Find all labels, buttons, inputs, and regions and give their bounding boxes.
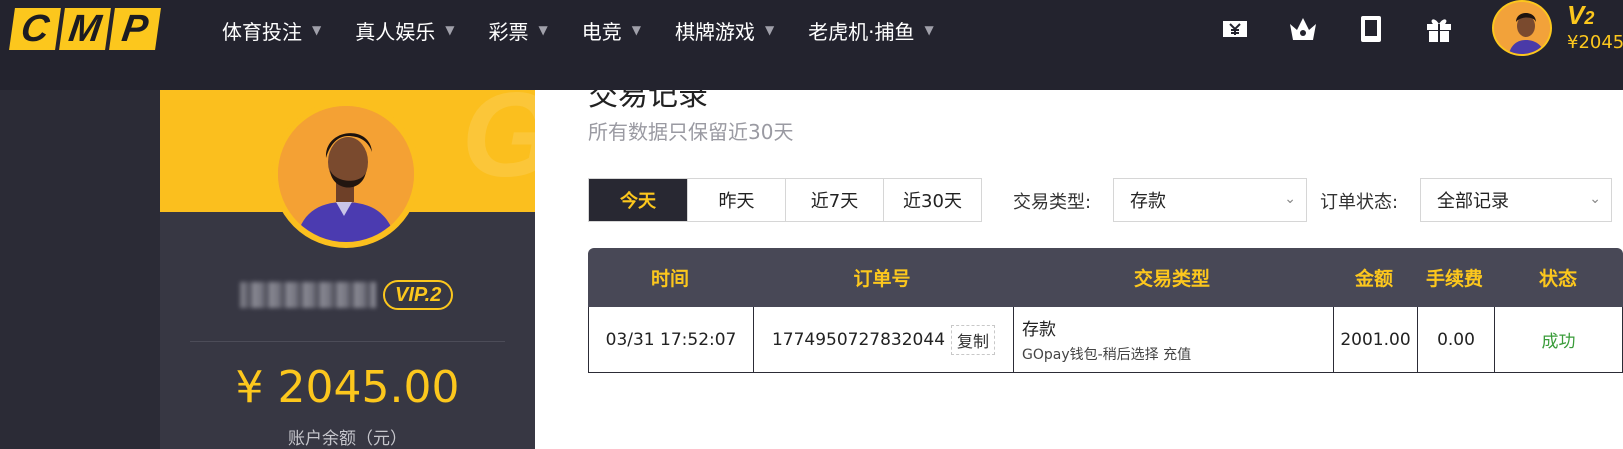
wallet-yen-icon[interactable]	[1218, 12, 1252, 46]
profile-card: G VIP.2 ¥ 2045.00 账户余额（元）	[160, 90, 535, 449]
nav-item-label: 电竞	[581, 19, 622, 44]
brand-logo[interactable]: C M P	[9, 8, 161, 50]
table-row: 03/31 17:52:07 1774950727832044 复制 存款 GO…	[588, 307, 1623, 373]
vip-level-label: V2	[1567, 0, 1594, 31]
column-header-order-no: 订单号	[853, 268, 911, 290]
cell-fee: 0.00	[1417, 307, 1494, 372]
nav-item-lottery[interactable]: 彩票 ▼	[488, 12, 547, 48]
copy-order-button[interactable]: 复制	[951, 324, 996, 355]
tab-last-30-days[interactable]: 近30天	[883, 179, 981, 221]
cell-order-no: 1774950727832044 复制	[753, 307, 1013, 372]
transaction-type-detail: GOpay钱包-稍后选择 充值	[1022, 347, 1192, 363]
nav-item-card-games[interactable]: 棋牌游戏 ▼	[675, 12, 774, 48]
vip-badge: VIP.2	[383, 280, 454, 310]
column-header-time: 时间	[650, 268, 689, 290]
logo-letter: P	[109, 8, 161, 50]
transaction-type: 存款	[1022, 320, 1056, 340]
gift-icon[interactable]	[1422, 12, 1456, 46]
logo-letter: C	[9, 8, 61, 50]
tab-last-7-days[interactable]: 近7天	[785, 179, 883, 221]
vip-level-letter: V	[1567, 0, 1585, 30]
cell-status: 成功	[1494, 307, 1622, 372]
main-nav: 体育投注 ▼ 真人娱乐 ▼ 彩票 ▼ 电竞 ▼ 棋牌游戏 ▼ 老虎机·捕鱼 ▼	[222, 12, 968, 48]
column-header-type: 交易类型	[1133, 268, 1210, 290]
header-balance: ¥2045	[1567, 32, 1623, 53]
top-navbar: C M P 体育投注 ▼ 真人娱乐 ▼ 彩票 ▼ 电竞 ▼ 棋牌游戏 ▼ 老虎机…	[0, 0, 1623, 90]
chevron-down-icon: ▼	[924, 23, 934, 37]
account-balance: ¥ 2045.00	[235, 362, 460, 413]
nav-item-sports[interactable]: 体育投注 ▼	[222, 12, 321, 48]
tab-yesterday[interactable]: 昨天	[687, 179, 785, 221]
nav-item-slots-fishing[interactable]: 老虎机·捕鱼 ▼	[808, 12, 934, 48]
order-status-select[interactable]: 全部记录 ⌄	[1420, 178, 1612, 222]
header-watermark: G	[462, 90, 535, 204]
crown-icon[interactable]	[1286, 12, 1320, 46]
column-header-fee: 手续费	[1425, 268, 1483, 290]
chevron-down-icon: ⌄	[1284, 191, 1296, 207]
nav-item-label: 老虎机·捕鱼	[808, 19, 915, 44]
account-balance-label: 账户余额（元）	[288, 429, 407, 449]
cell-time: 03/31 17:52:07	[605, 329, 737, 350]
order-status-value: 全部记录	[1437, 191, 1509, 212]
column-header-amount: 金额	[1354, 268, 1393, 290]
nav-item-esports[interactable]: 电竞 ▼	[582, 12, 641, 48]
username-blurred	[240, 282, 376, 308]
nav-item-label: 体育投注	[222, 19, 302, 44]
card-divider	[190, 341, 505, 342]
profile-avatar[interactable]	[272, 100, 420, 248]
nav-item-label: 棋牌游戏	[674, 19, 755, 44]
transaction-type-value: 存款	[1130, 191, 1166, 212]
order-status-label: 订单状态:	[1320, 192, 1399, 213]
order-number: 1774950727832044	[771, 329, 946, 350]
transaction-type-label: 交易类型:	[1013, 192, 1092, 213]
chevron-down-icon: ▼	[312, 23, 322, 37]
logo-letter: M	[59, 8, 111, 50]
cell-type: 存款 GOpay钱包-稍后选择 充值	[1013, 307, 1333, 372]
chevron-down-icon: ▼	[445, 23, 455, 37]
chevron-down-icon: ▼	[538, 23, 548, 37]
chevron-down-icon: ⌄	[1589, 191, 1601, 207]
tab-today[interactable]: 今天	[589, 179, 687, 221]
header-icons	[1218, 12, 1456, 46]
cell-amount: 2001.00	[1333, 307, 1417, 372]
nav-item-label: 彩票	[488, 19, 529, 44]
date-range-tabs: 今天 昨天 近7天 近30天	[588, 178, 982, 222]
vip-level-number: 2	[1584, 8, 1595, 28]
chevron-down-icon: ▼	[631, 23, 641, 37]
nav-item-label: 真人娱乐	[355, 19, 436, 44]
user-avatar[interactable]	[1492, 0, 1552, 56]
mobile-icon[interactable]	[1354, 12, 1388, 46]
page-subtitle: 所有数据只保留近30天	[588, 120, 794, 144]
chevron-down-icon: ▼	[764, 23, 775, 37]
transaction-table: 时间 订单号 交易类型 金额 手续费 状态 03/31 17:52:07 177…	[588, 248, 1623, 373]
transaction-type-select[interactable]: 存款 ⌄	[1113, 178, 1307, 222]
nav-item-live-casino[interactable]: 真人娱乐 ▼	[355, 12, 454, 48]
table-header: 时间 订单号 交易类型 金额 手续费 状态	[588, 248, 1623, 307]
column-header-status: 状态	[1538, 268, 1577, 290]
